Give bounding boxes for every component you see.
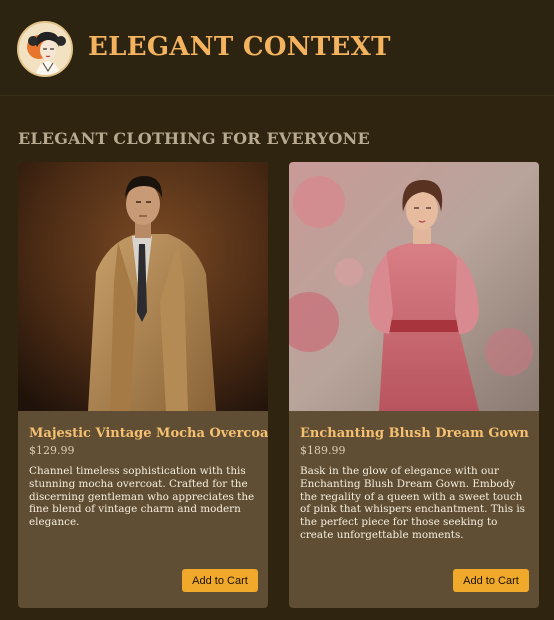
product-card: Enchanting Blush Dream Gown $189.99 Bask… (289, 162, 539, 608)
add-to-cart-button[interactable]: Add to Cart (453, 569, 529, 592)
logo-icon[interactable] (17, 21, 73, 77)
product-description: Bask in the glow of elegance with our En… (300, 465, 525, 541)
product-name[interactable]: Enchanting Blush Dream Gown (300, 426, 532, 441)
product-price: $189.99 (300, 444, 346, 457)
product-card: Majestic Vintage Mocha Overcoat $129.99 … (18, 162, 268, 608)
brand-title[interactable]: ELEGANT CONTEXT (88, 32, 391, 62)
product-image[interactable] (18, 162, 268, 411)
product-name[interactable]: Majestic Vintage Mocha Overcoat (29, 426, 268, 441)
product-description: Channel timeless sophistication with thi… (29, 465, 255, 529)
site-header: ELEGANT CONTEXT (0, 0, 554, 96)
product-price: $129.99 (29, 444, 75, 457)
product-image[interactable] (289, 162, 539, 411)
add-to-cart-button[interactable]: Add to Cart (182, 569, 258, 592)
section-title: ELEGANT CLOTHING FOR EVERYONE (18, 129, 370, 148)
